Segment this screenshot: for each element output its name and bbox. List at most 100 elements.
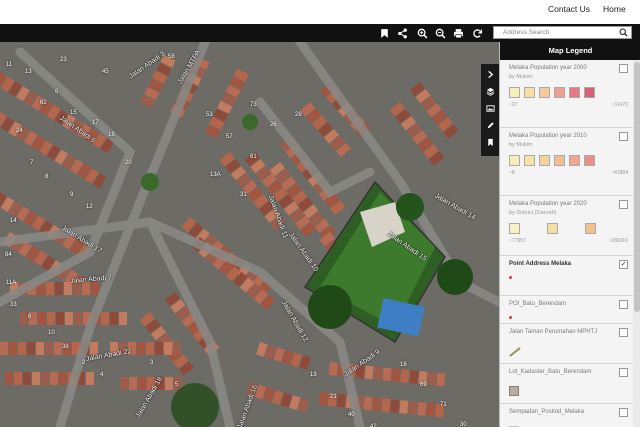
house-number: 53 [206,112,213,118]
share-icon [398,28,407,38]
house-number: 31 [240,192,247,198]
legend-layer-item: POI_Batu_Berendam [500,296,633,324]
home-link[interactable]: Home [603,4,626,14]
map-canvas[interactable]: 11 13 23 45 58 6 62 15 17 18 20 24 7 8 9 12 14 53 57 81 84 11… [0,42,499,427]
legend-layer-item: Point Address Melaka ✓ [500,256,633,296]
collapse-legend-button[interactable] [483,67,497,81]
range-min-label: ~27 [509,102,518,108]
legend-layer-name: Melaka Population year 2020 [509,201,587,207]
house-number: 11 [6,62,13,68]
color-swatch [524,155,535,166]
polygon-symbol [509,386,519,396]
layer-visibility-checkbox[interactable] [619,300,628,309]
house-number: 16 [400,362,407,368]
layer-visibility-checkbox[interactable] [619,132,628,141]
house-number: 11A [6,280,17,286]
color-swatch [585,223,596,234]
range-max-label: ~286316 [608,238,628,244]
house-number: 57 [226,134,233,140]
bookmark-button[interactable] [376,25,393,41]
basemap-button[interactable] [483,101,497,115]
print-button[interactable] [450,25,467,41]
legend-layer-name: POI_Batu_Berendam [509,301,567,307]
legend-layer-item: Melaka Population year 2010 by Mukim ~8 ~41… [500,128,633,196]
house-number: 30 [460,422,467,427]
house-number: 10 [48,330,55,336]
layer-visibility-checkbox[interactable] [619,200,628,209]
legend-layer-list: Melaka Population year 2000 by Mukim ~27 ~3… [500,60,633,427]
house-number: 40 [348,412,355,418]
range-max-label: ~31470 [611,102,628,108]
legend-scrollbar[interactable] [633,60,640,427]
house-number: 73 [250,102,257,108]
legend-title: Map Legend [500,42,640,60]
color-swatch [554,155,565,166]
zoom-out-button[interactable] [432,25,449,41]
line-symbol [509,347,521,357]
layer-visibility-checkbox[interactable]: ✓ [619,260,628,269]
legend-layer-subtitle: by Mukim [509,142,533,148]
house-number: 7 [30,160,34,166]
house-number: 4 [100,372,104,378]
layer-visibility-checkbox[interactable] [619,328,628,337]
layer-visibility-checkbox[interactable] [619,408,628,417]
house-number: 13A [210,172,221,178]
layer-visibility-checkbox[interactable] [619,368,628,377]
layers-icon [486,87,494,96]
house-number: 21 [330,394,337,400]
saved-bookmark-button[interactable] [483,135,497,149]
house-number: 12 [86,204,93,210]
draw-button[interactable] [483,118,497,132]
house-number: 3 [150,360,154,366]
house-number: 18 [108,132,115,138]
refresh-button[interactable] [469,25,486,41]
zoom-in-button[interactable] [414,25,431,41]
house-number: 20 [125,160,132,166]
house-number: 23 [60,57,67,63]
legend-scrollbar-thumb[interactable] [634,62,640,312]
house-number: 81 [250,154,257,160]
color-swatch [509,87,520,98]
legend-side-toolbar [481,64,499,156]
zoom-out-icon [435,28,446,38]
top-navigation: Contact Us Home [0,0,640,24]
house-number: 28 [295,112,302,118]
range-min-label: ~77957 [509,238,526,244]
color-swatch [524,87,535,98]
house-number: 5 [175,382,179,388]
image-icon [485,104,495,112]
layers-button[interactable] [483,84,497,98]
house-number: 71 [440,402,447,408]
house-number: 84 [5,252,12,258]
print-icon [454,28,463,38]
house-number: 19 [310,372,317,378]
house-number: 33 [10,302,17,308]
range-max-label: ~41884 [611,170,628,176]
color-swatch [569,155,580,166]
house-number: 26 [270,122,277,128]
legend-layer-name: Melaka Population year 2000 [509,65,587,71]
house-number: 17 [92,120,99,126]
search-icon[interactable] [619,28,628,37]
point-symbol [509,316,512,319]
house-number: 62 [40,100,47,106]
color-swatch [569,87,580,98]
color-swatch [539,87,550,98]
point-symbol [509,276,512,279]
legend-layer-item: Sempadan_Poskod_Melaka [500,404,633,427]
layer-visibility-checkbox[interactable] [619,64,628,73]
zoom-in-icon [417,28,428,38]
legend-layer-subtitle: by Mukim [509,74,533,80]
legend-layer-name: Lot_Kadaster_Batu_Berendam [509,369,592,375]
house-number: 2 [82,360,86,366]
share-button[interactable] [394,25,411,41]
refresh-icon [473,28,483,38]
address-search-box [493,26,632,39]
house-number: 38 [62,344,69,350]
legend-layer-item: Jalan Taman Perumahan MPHTJ [500,324,633,364]
house-number: 13 [25,69,32,75]
contact-us-link[interactable]: Contact Us [548,4,590,14]
color-swatch [509,223,520,234]
address-search-input[interactable] [494,27,614,38]
range-min-label: ~8 [509,170,515,176]
